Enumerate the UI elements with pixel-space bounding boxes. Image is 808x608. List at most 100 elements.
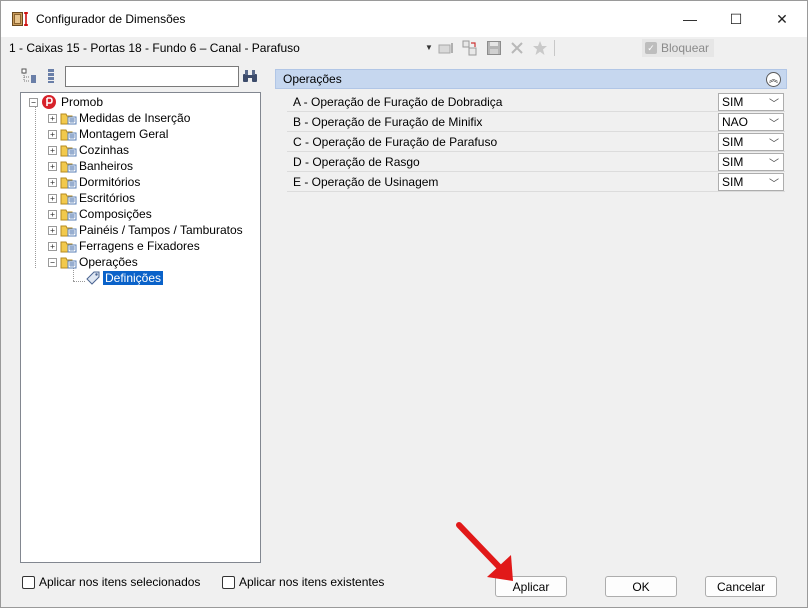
apply-existing-label: Aplicar nos itens existentes	[239, 575, 385, 589]
promob-logo-icon	[42, 95, 56, 109]
expand-toggle-icon[interactable]: +	[48, 241, 57, 251]
tree-item-ferragens-e-fixadores[interactable]: + Ferragens e Fixadores	[48, 238, 200, 254]
expand-toggle-icon[interactable]: +	[48, 145, 57, 155]
apply-selected-checkbox[interactable]: Aplicar nos itens selecionados	[22, 575, 200, 589]
property-value: SIM	[722, 95, 744, 109]
tree-item-banheiros[interactable]: + Banheiros	[48, 158, 133, 174]
tree-item-paineis-tampos-tamburatos[interactable]: + Painéis / Tampos / Tamburatos	[48, 222, 243, 238]
save-icon[interactable]	[486, 40, 502, 56]
tree-selected-label: Definições	[103, 271, 164, 285]
collapse-toggle-icon[interactable]: −	[48, 257, 57, 267]
operations-section-header[interactable]: Operações ︽	[275, 69, 787, 89]
edit-config-icon[interactable]	[438, 40, 454, 56]
app-icon	[12, 12, 28, 26]
chevron-down-icon: ﹀	[769, 159, 779, 170]
configuration-toolbar: 1 - Caixas 15 - Portas 18 - Fundo 6 – Ca…	[1, 38, 807, 60]
open-folder-icon	[60, 257, 77, 269]
property-value-select[interactable]: SIM ﹀	[718, 133, 784, 151]
property-row: B - Operação de Furação de Minifix NAO ﹀	[287, 112, 785, 132]
collapse-chevron-up-icon[interactable]: ︽	[766, 72, 781, 87]
tree-item-operacoes[interactable]: − Operações	[48, 254, 138, 270]
folder-icon	[60, 129, 77, 141]
property-value-select[interactable]: SIM ﹀	[718, 173, 784, 191]
chevron-down-icon: ﹀	[769, 179, 779, 190]
folder-icon	[60, 161, 77, 173]
property-row: E - Operação de Usinagem SIM ﹀	[287, 172, 785, 192]
tree-collapse-icon[interactable]	[43, 68, 59, 84]
configuration-select[interactable]: 1 - Caixas 15 - Portas 18 - Fundo 6 – Ca…	[5, 38, 435, 58]
chevron-down-icon: ﹀	[769, 99, 779, 110]
tree-item-composicoes[interactable]: + Composições	[48, 206, 152, 222]
property-label: D - Operação de Rasgo	[293, 154, 420, 169]
property-value: NAO	[722, 115, 749, 129]
tree-item-label: Montagem Geral	[79, 127, 169, 141]
expand-toggle-icon[interactable]: +	[48, 177, 57, 187]
tree-item-cozinhas[interactable]: + Cozinhas	[48, 142, 129, 158]
ok-button[interactable]: OK	[605, 576, 677, 597]
tree-item-label: Medidas de Inserção	[79, 111, 191, 125]
tree-item-label: Dormitórios	[79, 175, 141, 189]
checkmark-icon: ✓	[645, 42, 657, 54]
chevron-down-icon: ﹀	[769, 119, 779, 130]
delete-icon[interactable]	[509, 40, 525, 56]
expand-toggle-icon[interactable]: +	[48, 129, 57, 139]
tree-root-promob[interactable]: − Promob	[29, 94, 103, 110]
expand-toggle-icon[interactable]: +	[48, 209, 57, 219]
window-title: Configurador de Dimensões	[36, 12, 186, 26]
configuration-select-value: 1 - Caixas 15 - Portas 18 - Fundo 6 – Ca…	[9, 41, 300, 55]
minimize-button[interactable]: —	[667, 1, 713, 37]
property-label: B - Operação de Furação de Minifix	[293, 114, 483, 129]
folder-icon	[60, 241, 77, 253]
tree-connector	[35, 107, 36, 268]
folder-icon	[60, 113, 77, 125]
checkbox-box[interactable]	[22, 575, 35, 589]
apply-existing-checkbox[interactable]: Aplicar nos itens existentes	[222, 575, 384, 589]
close-icon: ✕	[776, 10, 788, 27]
lock-label: Bloquear	[661, 41, 710, 55]
tree-item-dormitorios[interactable]: + Dormitórios	[48, 174, 140, 190]
folder-icon	[60, 193, 77, 205]
close-button[interactable]: ✕	[759, 1, 805, 37]
expand-toggle-icon[interactable]: +	[48, 193, 57, 203]
tree-item-medidas-de-insercao[interactable]: + Medidas de Inserção	[48, 110, 190, 126]
dropdown-arrow-icon[interactable]: ▼	[425, 43, 433, 52]
property-row: C - Operação de Furação de Parafuso SIM …	[287, 132, 785, 152]
apply-selected-label: Aplicar nos itens selecionados	[39, 575, 201, 589]
copy-config-icon[interactable]	[462, 40, 478, 56]
expand-toggle-icon[interactable]: +	[48, 225, 57, 235]
expand-toggle-icon[interactable]: +	[48, 161, 57, 171]
tree-item-label: Painéis / Tampos / Tamburatos	[79, 223, 243, 237]
red-arrow-icon	[456, 522, 513, 581]
property-row: A - Operação de Furação de Dobradiça SIM…	[287, 92, 785, 112]
section-title: Operações	[283, 72, 342, 86]
chevron-down-icon: ﹀	[769, 139, 779, 150]
property-value-select[interactable]: SIM ﹀	[718, 153, 784, 171]
tree-search-input[interactable]	[65, 66, 239, 87]
tag-icon	[86, 271, 100, 285]
tree-connector	[73, 281, 85, 282]
expand-toggle-icon[interactable]: +	[48, 113, 57, 123]
maximize-button[interactable]: ☐	[713, 1, 759, 37]
property-value-select[interactable]: NAO ﹀	[718, 113, 784, 131]
collapse-toggle-icon[interactable]: −	[29, 97, 38, 107]
property-value-select[interactable]: SIM ﹀	[718, 93, 784, 111]
tree-item-label: Composições	[79, 207, 152, 221]
dimension-configurator-window: Configurador de Dimensões — ☐ ✕ 1 - Caix…	[0, 0, 808, 608]
library-tree[interactable]: − Promob + Medidas de Inserção + Montage…	[20, 92, 261, 563]
binoculars-search-icon[interactable]	[242, 68, 258, 84]
checkbox-box[interactable]	[222, 575, 235, 589]
cancel-button[interactable]: Cancelar	[705, 576, 777, 597]
tree-item-label: Cozinhas	[79, 143, 130, 157]
tree-item-montagem-geral[interactable]: + Montagem Geral	[48, 126, 168, 142]
minimize-icon: —	[683, 11, 697, 27]
toolbar-separator	[554, 40, 555, 56]
tree-expand-icon[interactable]	[21, 68, 37, 84]
folder-icon	[60, 225, 77, 237]
folder-icon	[60, 145, 77, 157]
tree-item-label: Banheiros	[79, 159, 134, 173]
tree-item-definicoes[interactable]: Definições	[85, 270, 164, 286]
property-value: SIM	[722, 135, 744, 149]
lock-toggle[interactable]: ✓ Bloquear	[642, 39, 714, 57]
tree-item-escritorios[interactable]: + Escritórios	[48, 190, 135, 206]
favorite-star-icon[interactable]	[532, 40, 548, 56]
